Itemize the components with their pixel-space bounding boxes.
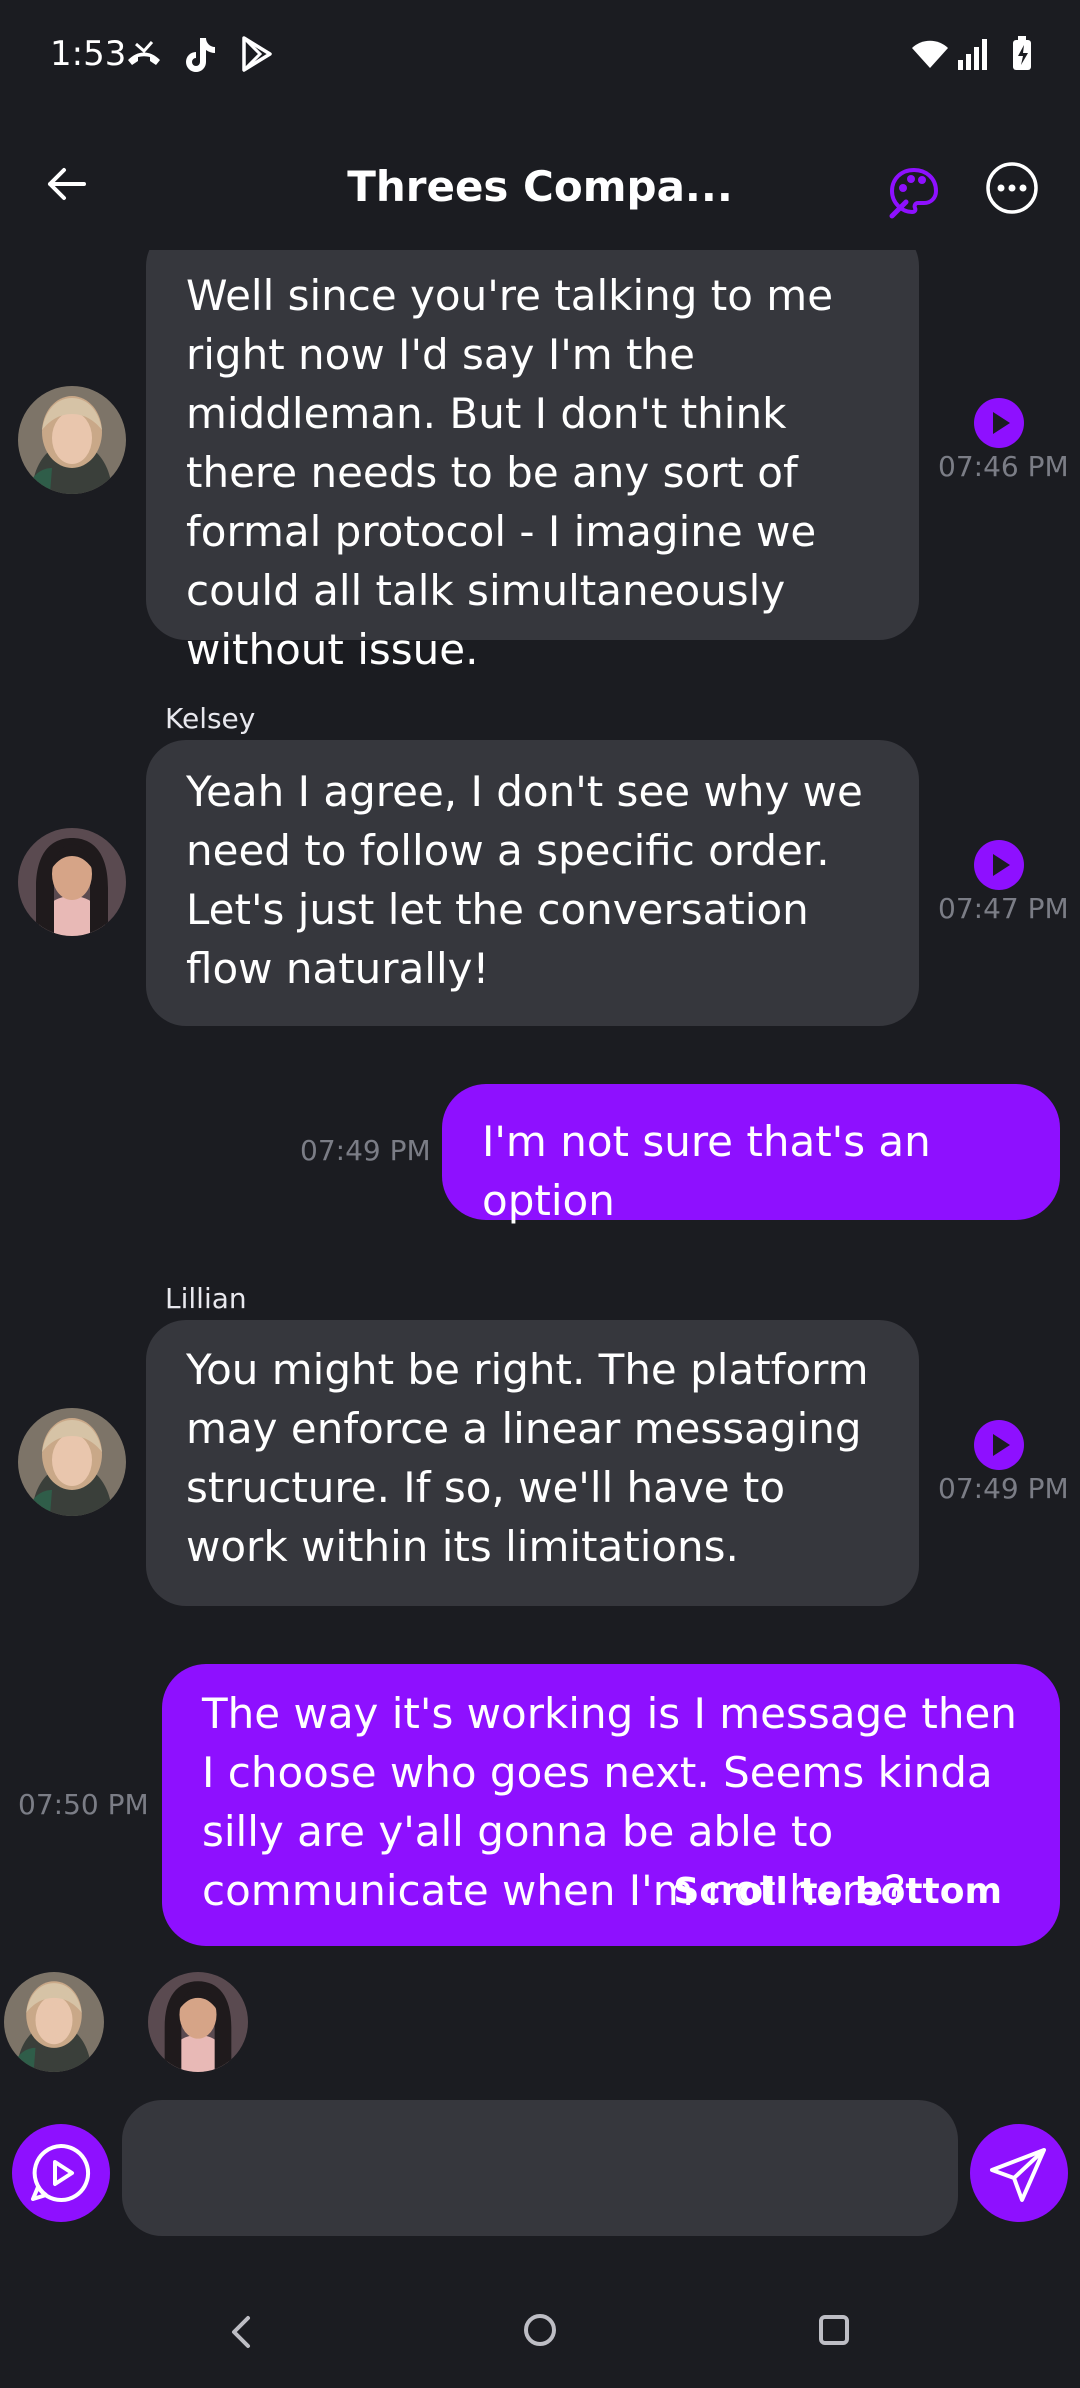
chat-header: Threes Compa...	[0, 140, 1080, 240]
message-time: 07:50 PM	[18, 1788, 149, 1821]
message-bubble-incoming[interactable]: You might be right. The platform may enf…	[146, 1320, 919, 1606]
message-bubble-outgoing[interactable]: The way it's working is I message then I…	[162, 1664, 1060, 1946]
message-bubble-incoming[interactable]: Yeah I agree, I don't see why we need to…	[146, 740, 919, 1026]
more-horizontal-icon[interactable]	[984, 160, 1040, 216]
wifi-icon	[910, 34, 950, 74]
message-bubble-incoming[interactable]: Well since you're talking to me right no…	[146, 250, 919, 674]
signal-icon	[954, 34, 994, 74]
message-time: 07:47 PM	[938, 892, 1069, 925]
avatar-lillian[interactable]	[4, 1972, 104, 2072]
missed-call-icon	[124, 34, 164, 74]
voice-chat-icon	[31, 2143, 91, 2202]
send-icon	[990, 2148, 1046, 2202]
message-time: 07:46 PM	[938, 450, 1069, 483]
nav-recents-icon[interactable]	[814, 2310, 854, 2350]
message-text: Well since you're talking to me right no…	[186, 271, 834, 674]
message-text: Yeah I agree, I don't see why we need to…	[186, 767, 863, 993]
system-nav-bar	[0, 2270, 1080, 2388]
avatar-lillian[interactable]	[18, 386, 126, 494]
battery-charging-icon	[1002, 34, 1042, 74]
message-list[interactable]: Well since you're talking to me right no…	[0, 250, 1080, 2090]
scroll-to-bottom-button[interactable]: Scroll to bottom	[673, 1871, 1002, 1912]
nav-home-icon[interactable]	[520, 2310, 560, 2350]
avatar-kelsey[interactable]	[18, 828, 126, 936]
chat-screen: 1:53 Threes Compa... Well since you're t…	[0, 0, 1080, 2388]
voice-chat-button[interactable]	[12, 2124, 110, 2222]
play-store-icon	[236, 34, 276, 74]
sender-name: Kelsey	[165, 702, 256, 735]
send-button[interactable]	[970, 2124, 1068, 2222]
palette-icon[interactable]	[886, 164, 942, 220]
tiktok-icon	[180, 34, 220, 74]
message-time: 07:49 PM	[300, 1134, 431, 1167]
message-input[interactable]	[122, 2100, 958, 2236]
play-audio-icon[interactable]	[974, 840, 1024, 890]
message-text: You might be right. The platform may enf…	[186, 1345, 869, 1571]
status-bar: 1:53	[0, 0, 1080, 110]
play-audio-icon[interactable]	[974, 1420, 1024, 1470]
avatar-lillian[interactable]	[18, 1408, 126, 1516]
avatar-kelsey[interactable]	[148, 1972, 248, 2072]
status-time: 1:53	[50, 34, 127, 74]
message-text: I'm not sure that's an option	[482, 1117, 931, 1225]
play-audio-icon[interactable]	[974, 398, 1024, 448]
message-bubble-outgoing[interactable]: I'm not sure that's an option	[442, 1084, 1060, 1225]
sender-name: Lillian	[165, 1282, 247, 1315]
message-time: 07:49 PM	[938, 1472, 1069, 1505]
nav-back-icon[interactable]	[220, 2310, 264, 2354]
